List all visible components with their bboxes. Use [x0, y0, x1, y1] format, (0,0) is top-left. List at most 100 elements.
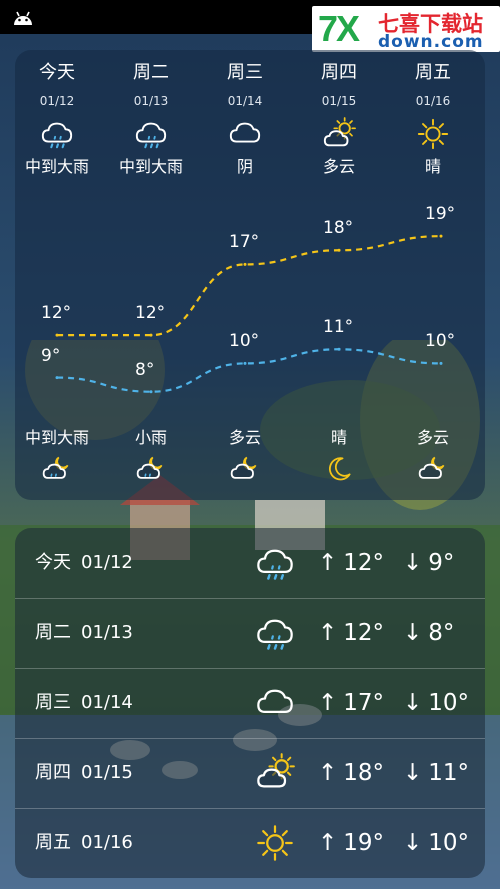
- row-weather-icon: [255, 613, 299, 653]
- day-weather-icon: [292, 116, 386, 152]
- day-condition: 中到大雨: [118, 157, 183, 176]
- low-temp-label: 9°: [41, 345, 61, 366]
- row-high-value: 18°: [343, 760, 385, 786]
- row-high-value: 12°: [343, 620, 385, 646]
- daily-list-row[interactable]: 今天 01/12 ↑ 12° ↓ 9°: [15, 528, 485, 599]
- row-high-value: 12°: [343, 550, 385, 576]
- day-weather-icon: [386, 116, 480, 152]
- rain-cloud-icon: [135, 122, 167, 149]
- row-high-temp: ↑ 12°: [318, 528, 384, 598]
- day-weather-icon: [198, 116, 292, 152]
- up-arrow-icon: ↑: [318, 690, 338, 716]
- row-weather-icon: [255, 683, 299, 723]
- night-condition: 中到大雨: [24, 428, 89, 447]
- down-arrow-icon: ↓: [403, 830, 423, 856]
- sun-icon: [257, 825, 293, 861]
- day-condition: 阴: [236, 157, 253, 176]
- daily-list-row[interactable]: 周四 01/15 ↑ 18° ↓ 11°: [15, 738, 485, 809]
- low-temp-label: 11°: [323, 317, 354, 338]
- night-weather-icon: [104, 451, 198, 487]
- night-forecast-column: 晴: [292, 425, 386, 487]
- row-high-value: 17°: [343, 690, 385, 716]
- row-high-temp: ↑ 17°: [318, 668, 384, 738]
- day-date: 01/13: [133, 94, 169, 108]
- night-condition: 小雨: [134, 428, 167, 447]
- day-condition: 晴: [424, 157, 441, 176]
- row-weather-icon: [255, 753, 299, 793]
- daily-list-row[interactable]: 周三 01/14 ↑ 17° ↓ 10°: [15, 668, 485, 739]
- row-date: 01/16: [81, 832, 133, 853]
- row-low-temp: ↓ 9°: [403, 528, 454, 598]
- watermark-logo: 7X 七喜下载站 down.com: [312, 6, 500, 52]
- night-forecast-column: 多云: [386, 425, 480, 487]
- rain-cloud-icon: [257, 619, 293, 650]
- day-weather-icon: [10, 116, 104, 152]
- day-date: 01/16: [415, 94, 451, 108]
- night-forecast-column: 中到大雨: [10, 425, 104, 487]
- day-date: 01/14: [227, 94, 263, 108]
- night-forecast-column: 多云: [198, 425, 292, 487]
- day-condition: 多云: [322, 157, 355, 176]
- night-weather-icon: [386, 451, 480, 487]
- row-low-value: 8°: [428, 620, 455, 646]
- night-rain-icon: [42, 456, 69, 479]
- sun-icon: [417, 118, 449, 150]
- partly-sunny-icon: [323, 117, 356, 147]
- daily-list: 今天 01/12 ↑ 12° ↓ 9° 周二 01/13 ↑ 12° ↓ 8° 周三 0…: [15, 528, 485, 878]
- night-cloudy-icon: [418, 456, 445, 479]
- day-condition: 中到大雨: [24, 157, 89, 176]
- cloud-icon: [229, 122, 261, 143]
- low-temp-label: 8°: [135, 359, 155, 380]
- forecast-day-column: 周三 01/14 阴: [198, 60, 292, 182]
- row-date: 01/12: [81, 552, 133, 573]
- row-high-temp: ↑ 12°: [318, 598, 384, 668]
- watermark-en: down.com: [378, 32, 484, 52]
- row-low-value: 10°: [428, 690, 470, 716]
- row-low-temp: ↓ 11°: [403, 738, 469, 808]
- high-temp-label: 18°: [323, 218, 354, 239]
- moon-icon: [329, 457, 351, 481]
- row-low-temp: ↓ 10°: [403, 808, 469, 878]
- low-temp-label: 10°: [425, 331, 456, 352]
- row-low-value: 11°: [428, 760, 470, 786]
- night-weather-icon: [198, 451, 292, 487]
- row-date: 01/14: [81, 692, 133, 713]
- row-date: 01/13: [81, 622, 133, 643]
- row-day-name: 今天: [35, 552, 71, 573]
- night-condition: 多云: [228, 428, 261, 447]
- day-name: 周五: [415, 62, 451, 83]
- forecast-day-column: 今天 01/12 中到大雨: [10, 60, 104, 182]
- down-arrow-icon: ↓: [403, 550, 423, 576]
- row-low-temp: ↓ 10°: [403, 668, 469, 738]
- android-icon: [14, 11, 32, 25]
- night-rain-icon: [136, 456, 163, 479]
- watermark-7x: 7X: [318, 8, 360, 49]
- forecast-day-column: 周四 01/15 多云: [292, 60, 386, 182]
- up-arrow-icon: ↑: [318, 550, 338, 576]
- row-low-value: 10°: [428, 830, 470, 856]
- day-date: 01/15: [321, 94, 357, 108]
- row-date: 01/15: [81, 762, 133, 783]
- daily-list-row[interactable]: 周五 01/16 ↑ 19° ↓ 10°: [15, 808, 485, 878]
- row-weather-icon: [255, 823, 299, 863]
- day-name: 周三: [227, 62, 263, 83]
- daily-list-row[interactable]: 周二 01/13 ↑ 12° ↓ 8°: [15, 598, 485, 669]
- day-weather-icon: [104, 116, 198, 152]
- up-arrow-icon: ↑: [318, 830, 338, 856]
- low-temp-label: 10°: [229, 331, 260, 352]
- high-temp-label: 19°: [425, 204, 456, 225]
- night-condition: 晴: [330, 428, 347, 447]
- row-low-temp: ↓ 8°: [403, 598, 454, 668]
- day-name: 周四: [321, 62, 357, 83]
- rain-cloud-icon: [257, 549, 293, 580]
- row-high-value: 19°: [343, 830, 385, 856]
- rain-cloud-icon: [41, 122, 73, 149]
- row-high-temp: ↑ 18°: [318, 738, 384, 808]
- row-day-name: 周五: [35, 832, 71, 853]
- day-date: 01/12: [39, 94, 75, 108]
- row-weather-icon: [255, 543, 299, 583]
- cloud-icon: [257, 689, 293, 713]
- high-temp-label: 17°: [229, 232, 260, 253]
- night-cloudy-icon: [230, 456, 257, 479]
- night-weather-icon: [10, 451, 104, 487]
